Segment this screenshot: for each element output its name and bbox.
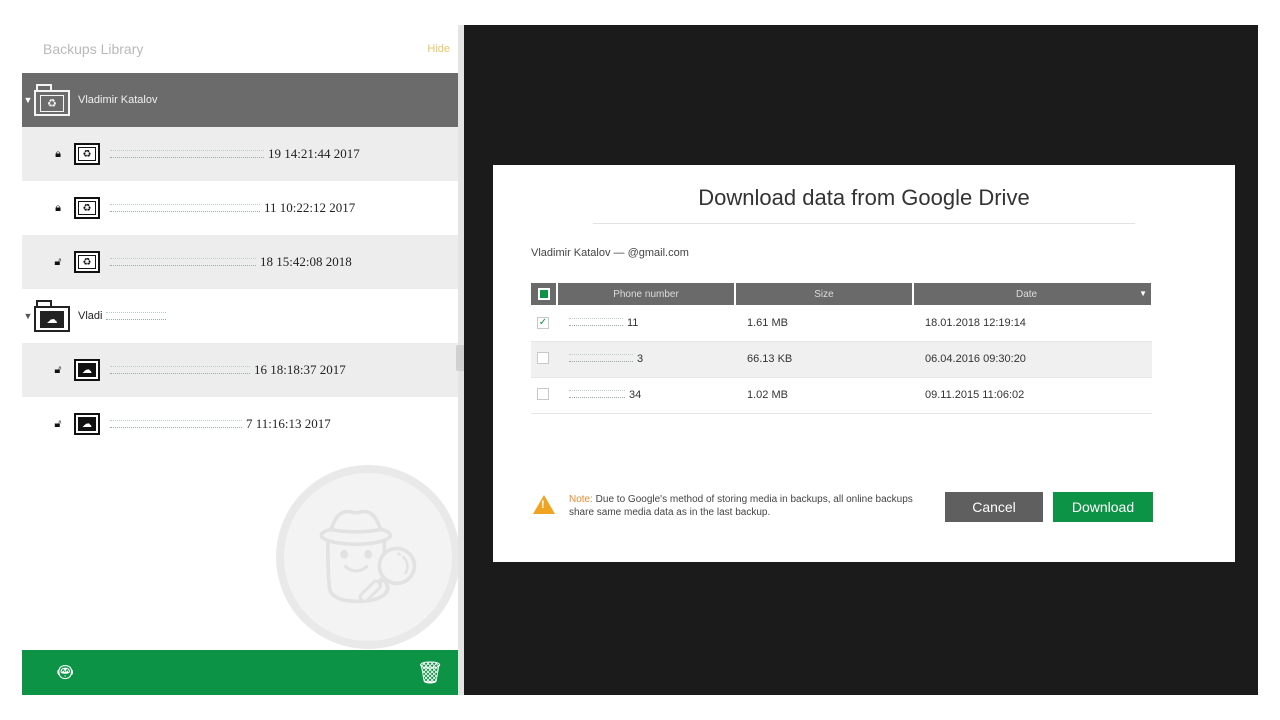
sidebar-footer: 🤖︎ 🗑︎ [22,650,458,695]
recycle-icon: ♻ [40,95,64,112]
backup-folder-icon: ☁ [74,359,100,381]
lock-open-icon: 🔓︎ [54,417,62,430]
hide-link[interactable]: Hide [427,43,450,55]
backup-group-row[interactable]: ▼ ☁ Vladi [22,289,458,343]
backup-folder-icon: ☁ [74,413,100,435]
group-name: Vladimir Katalov [78,94,158,106]
redacted-text [110,204,260,212]
phone-number: 3 [637,353,644,365]
table-row[interactable]: 3 66.13 KB 06.04.2016 09:30:20 [531,341,1152,378]
lock-open-icon: 🔓︎ [54,363,62,376]
backup-item-row[interactable]: 🔒︎ ♻ 11 10:22:12 2017 [22,181,458,235]
column-header-date[interactable]: Date ▼ [913,283,1153,305]
backup-date: 11 10:22:12 2017 [264,200,356,215]
devices-table: ✓ Phone number Size Date ▼ ✓ 11 1.61 MB 1… [531,283,1153,414]
account-label: Vladimir Katalov — @gmail.com [531,247,689,259]
date-header-label: Date [1015,288,1038,300]
cancel-button[interactable]: Cancel [945,492,1043,522]
size-cell: 1.02 MB [735,377,913,414]
backup-group-row[interactable]: ▼ ♻ Vladimir Katalov [22,73,458,127]
sidebar-header: Backups Library Hide [22,25,458,73]
sort-down-icon[interactable]: ▼ [1139,289,1147,298]
size-cell: 1.61 MB [735,305,913,342]
note-body: Due to Google's method of storing media … [569,494,913,518]
download-dialog: Download data from Google Drive Vladimir… [493,165,1235,562]
backup-folder-icon: ♻ [74,143,100,165]
expand-arrow-icon[interactable]: ▼ [22,95,34,105]
redacted-text [106,312,167,320]
backup-date: 16 18:18:37 2017 [254,362,346,377]
warning-mark: ! [541,499,545,511]
redacted-text [569,317,623,326]
android-icon[interactable]: 🤖︎ [58,655,72,690]
backup-date: 7 11:16:13 2017 [246,416,331,431]
download-button[interactable]: Download [1053,492,1153,522]
column-header-phone[interactable]: Phone number [557,283,736,305]
table-row[interactable]: ✓ 11 1.61 MB 18.01.2018 12:19:14 [531,305,1152,342]
trash-icon[interactable]: 🗑︎ [416,660,444,686]
size-cell: 66.13 KB [735,341,913,378]
redacted-text [569,390,625,398]
spy-logo-icon: 🕵︎ [276,465,460,649]
redacted-text [110,150,264,158]
backups-sidebar: Backups Library Hide ▼ ♻ Vladimir Katalo… [22,25,460,695]
backup-date: 18 15:42:08 2018 [260,254,352,269]
folder-icon: ☁ [34,300,70,332]
row-checkbox[interactable] [537,387,549,400]
backup-folder-icon: ♻ [74,251,100,273]
phone-number: 34 [629,389,642,401]
dialog-title: Download data from Google Drive [698,185,1030,210]
redacted-text [110,420,242,428]
phone-number: 11 [627,316,639,329]
note-label: Note: [569,494,593,505]
row-checkbox[interactable]: ✓ [537,317,549,330]
backup-item-row[interactable]: 🔒︎ ♻ 19 14:21:44 2017 [22,127,458,181]
backup-folder-icon: ♻ [74,197,100,219]
row-checkbox[interactable] [537,351,549,364]
redacted-text [569,354,633,362]
table-row[interactable]: 34 1.02 MB 09.11.2015 11:06:02 [531,377,1152,414]
redacted-text [110,258,256,266]
date-cell: 09.11.2015 11:06:02 [913,377,1152,414]
expand-arrow-icon[interactable]: ▼ [22,311,34,321]
folder-icon: ♻ [34,84,70,116]
app-window: Backups Library Hide ▼ ♻ Vladimir Katalo… [22,25,1258,695]
backup-item-row[interactable]: 🔓︎ ♻ 18 15:42:08 2018 [22,235,458,289]
cloud-icon: ☁ [40,311,64,328]
select-all-checkbox[interactable]: ✓ [531,283,558,305]
group-name: Vladi [78,310,103,322]
date-cell: 06.04.2016 09:30:20 [913,341,1152,378]
backup-item-row[interactable]: 🔓︎ ☁ 7 11:16:13 2017 [22,397,458,451]
redacted-text [110,366,250,374]
lock-open-icon: 🔓︎ [54,255,62,268]
lock-closed-icon: 🔒︎ [55,147,61,160]
backup-date: 19 14:21:44 2017 [268,146,360,161]
note-text: Note: Due to Google's method of storing … [569,493,929,519]
title-divider [593,223,1135,224]
date-cell: 18.01.2018 12:19:14 [913,305,1152,342]
lock-closed-icon: 🔒︎ [55,201,61,214]
sidebar-title: Backups Library [43,41,144,57]
backup-item-row[interactable]: 🔓︎ ☁ 16 18:18:37 2017 [22,343,458,397]
column-header-size[interactable]: Size [735,283,914,305]
